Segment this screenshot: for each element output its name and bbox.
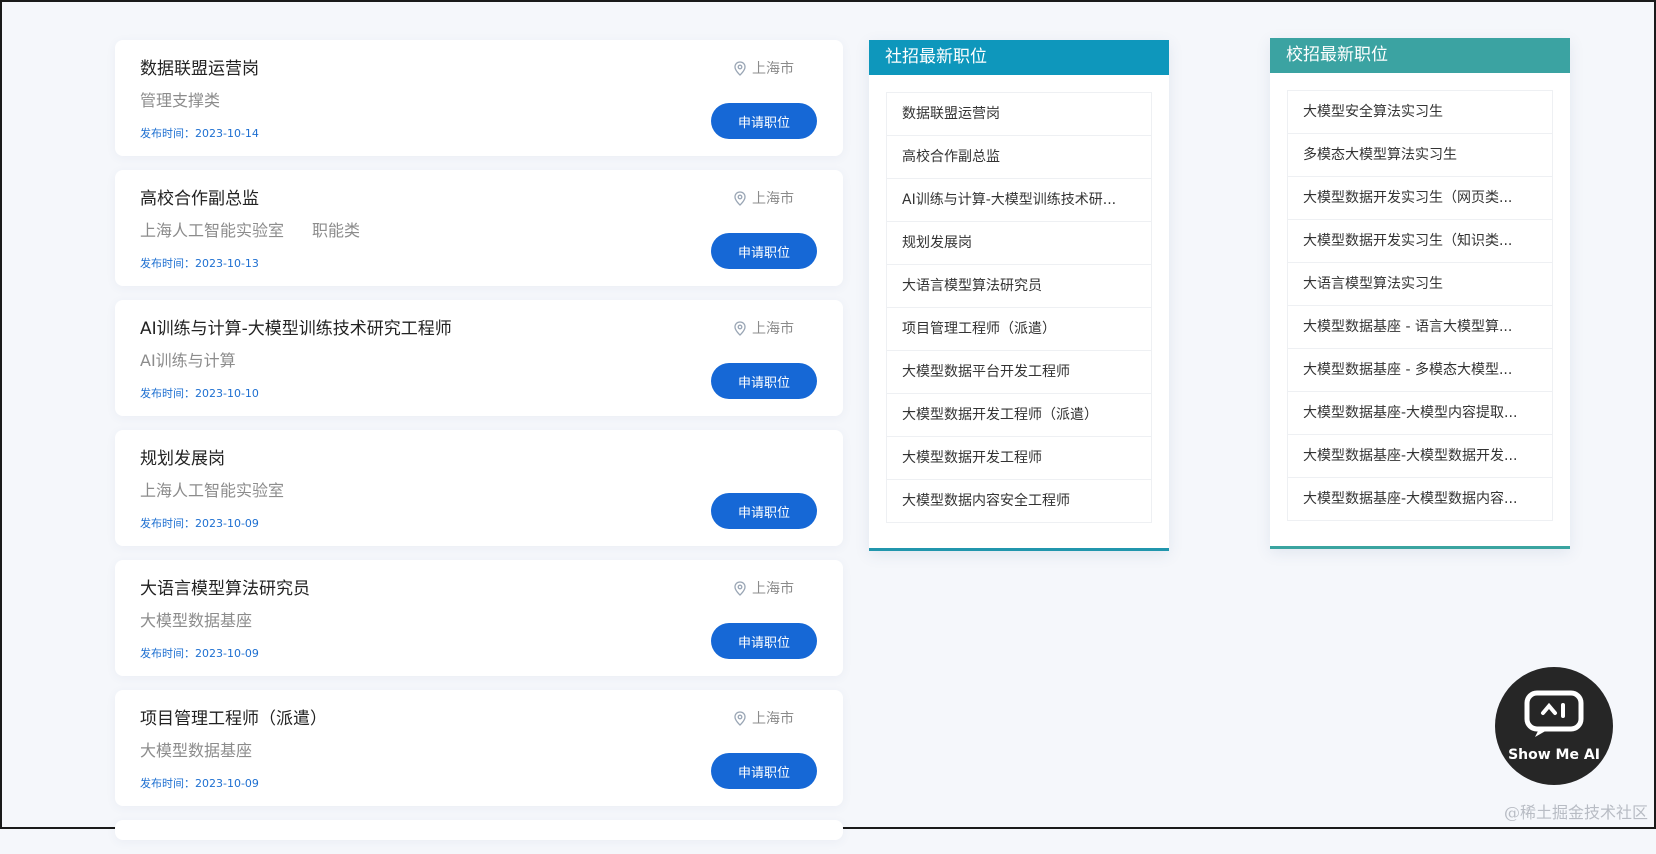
logo-text: Show Me AI [1508,747,1600,763]
date-prefix: 发布时间： [140,647,195,660]
job-department: 大模型数据基座 [140,737,252,761]
social-panel-title: 社招最新职位 [869,40,1169,75]
job-category: 上海人工智能实验室 [140,481,285,500]
location-pin-icon [734,580,746,596]
panel-job-link[interactable]: 大模型数据基座-大模型数据开发... [1288,435,1552,478]
social-recruitment-panel: 社招最新职位 数据联盟运营岗 高校合作副总监 AI训练与计算-大模型训练技术研...… [869,40,1169,551]
panel-job-link[interactable]: 大模型数据内容安全工程师 [887,480,1151,522]
apply-button[interactable]: 申请职位 [711,103,817,139]
publish-date: 发布时间：2023-10-09 [140,645,259,661]
robot-face-icon [1524,690,1584,737]
panel-job-link[interactable]: 高校合作副总监 [887,136,1151,179]
panel-job-link[interactable]: 大模型数据开发工程师（派遣） [887,394,1151,437]
job-title[interactable]: 规划发展岗 [140,444,225,469]
job-card[interactable]: 项目管理工程师（派遣） 大模型数据基座 发布时间：2023-10-09 上海市 申请职位 [115,690,843,806]
location-text: 上海市 [752,191,794,207]
panel-job-link[interactable]: 数据联盟运营岗 [887,93,1151,136]
date-value: 2023-10-13 [195,257,259,270]
job-department: 管理支撑类 [140,87,220,111]
apply-button[interactable]: 申请职位 [711,753,817,789]
date-prefix: 发布时间： [140,257,195,270]
date-prefix: 发布时间： [140,777,195,790]
watermark: @稀土掘金技术社区 [1503,803,1648,822]
job-category: 上海人工智能实验室 [140,221,285,240]
panel-job-link[interactable]: 大模型数据基座 - 语言大模型算... [1288,306,1552,349]
panel-job-link[interactable]: 大模型数据开发实习生（知识类... [1288,220,1552,263]
date-value: 2023-10-09 [195,647,259,660]
job-department: 上海人工智能实验室 [140,477,284,501]
panel-job-link[interactable]: 大模型数据开发实习生（网页类... [1288,177,1552,220]
job-card[interactable]: AI训练与计算-大模型训练技术研究工程师 AI训练与计算发布时间：2023-10-… [115,300,843,416]
job-category: 大模型数据基座 [140,741,253,760]
apply-button[interactable]: 申请职位 [711,623,817,659]
job-card[interactable]: 大语言模型算法研究员 大模型数据基座 发布时间：2023-10-09 上海市 申请职位 [115,560,843,676]
job-location: 上海市 [734,318,794,338]
apply-button[interactable]: 申请职位 [711,493,817,529]
social-job-list: 数据联盟运营岗 高校合作副总监 AI训练与计算-大模型训练技术研... 规划发展岗 大语… [886,92,1152,523]
publish-date: 发布时间：2023-10-09 [140,775,259,791]
panel-job-link[interactable]: 大模型安全算法实习生 [1288,91,1552,134]
date-value: 2023-10-10 [195,387,259,400]
panel-job-link[interactable]: 大模型数据基座-大模型数据内容... [1288,478,1552,520]
publish-date: 发布时间：2023-10-14 [140,125,259,141]
job-department: 大模型数据基座 [140,607,252,631]
campus-panel-title: 校招最新职位 [1270,38,1570,73]
panel-job-link[interactable]: 规划发展岗 [887,222,1151,265]
job-title[interactable]: 高校合作副总监 [140,184,259,209]
campus-recruitment-panel: 校招最新职位 大模型安全算法实习生 多模态大模型算法实习生 大模型数据开发实习生（网… [1270,38,1570,549]
publish-date: 发布时间：2023-10-13 [140,255,259,271]
job-title[interactable]: AI训练与计算-大模型训练技术研究工程师 [140,314,452,339]
location-pin-icon [734,60,746,76]
job-location: 上海市 [734,578,794,598]
job-title[interactable]: 项目管理工程师（派遣） [140,704,327,729]
job-card[interactable]: 高校合作副总监上海人工智能实验室 职能类发布时间：2023-10-13 上海市申请职… [115,170,843,286]
job-location: 上海市 [734,188,794,208]
job-title[interactable]: 数据联盟运营岗 [140,54,259,79]
job-department: AI训练与计算 [140,347,236,371]
job-category: 管理支撑类 [140,91,221,110]
panel-job-link[interactable]: 多模态大模型算法实习生 [1288,134,1552,177]
job-card[interactable]: 规划发展岗 上海人工智能实验室 发布时间：2023-10-09 申请职位 [115,430,843,546]
job-card[interactable]: 数据联盟运营岗管理支撑类发布时间：2023-10-14 上海市申请职位 [115,40,843,156]
apply-button[interactable]: 申请职位 [711,233,817,269]
location-pin-icon [734,710,746,726]
panel-job-link[interactable]: 大模型数据平台开发工程师 [887,351,1151,394]
location-pin-icon [734,190,746,206]
location-text: 上海市 [752,711,794,727]
panel-job-link[interactable]: 大语言模型算法实习生 [1288,263,1552,306]
date-value: 2023-10-14 [195,127,259,140]
job-title[interactable]: 大语言模型算法研究员 [140,574,310,599]
panel-job-link[interactable]: 大模型数据开发工程师 [887,437,1151,480]
date-prefix: 发布时间： [140,517,195,530]
date-value: 2023-10-09 [195,517,259,530]
location-pin-icon [734,320,746,336]
location-text: 上海市 [752,581,794,597]
job-department: 上海人工智能实验室 职能类 [140,217,360,241]
location-text: 上海市 [752,61,794,77]
apply-button[interactable]: 申请职位 [711,363,817,399]
job-list: 数据联盟运营岗 管理支撑类 发布时间：2023-10-14 上海市 申请职位 高校合作副总… [115,40,843,854]
location-text: 上海市 [752,321,794,337]
panel-job-link[interactable]: AI训练与计算-大模型训练技术研... [887,179,1151,222]
show-me-ai-logo: Show Me AI [1495,667,1613,785]
job-location: 上海市 [734,708,794,728]
job-location: 上海市 [734,58,794,78]
panel-job-link[interactable]: 项目管理工程师（派遣） [887,308,1151,351]
campus-job-list: 大模型安全算法实习生 多模态大模型算法实习生 大模型数据开发实习生（网页类... 大模… [1287,90,1553,521]
date-prefix: 发布时间： [140,387,195,400]
job-category: 职能类 [312,221,361,240]
date-value: 2023-10-09 [195,777,259,790]
panel-job-link[interactable]: 大模型数据基座-大模型内容提取... [1288,392,1552,435]
job-category: AI训练与计算 [140,351,236,370]
panel-job-link[interactable]: 大语言模型算法研究员 [887,265,1151,308]
publish-date: 发布时间：2023-10-09 [140,515,259,531]
job-card [115,820,843,840]
job-category: 大模型数据基座 [140,611,253,630]
date-prefix: 发布时间： [140,127,195,140]
panel-job-link[interactable]: 大模型数据基座 - 多模态大模型... [1288,349,1552,392]
publish-date: 发布时间：2023-10-10 [140,385,259,401]
